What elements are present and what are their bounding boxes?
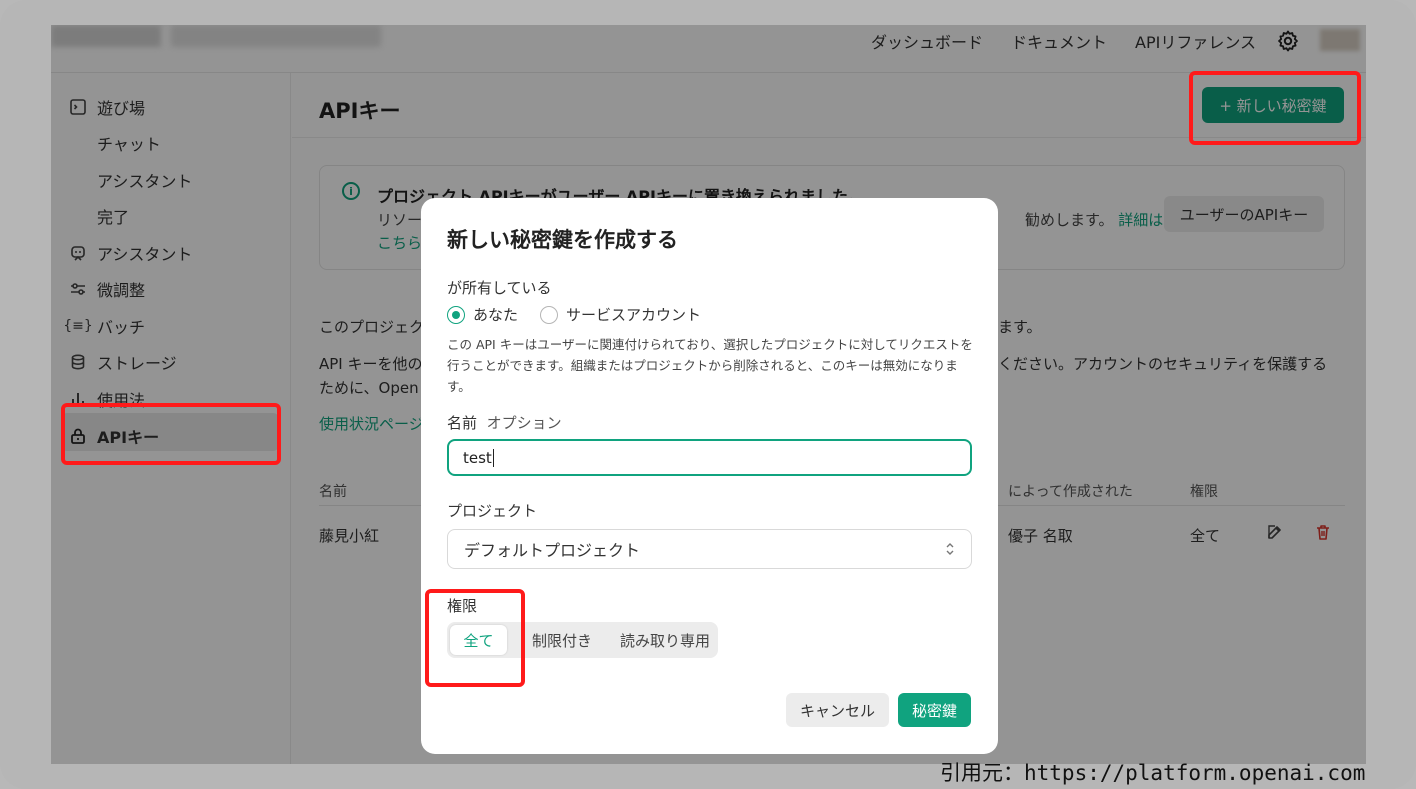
- dialog-description: この API キーはユーザーに関連付けられており、選択したプロジェクトに対してリ…: [447, 337, 973, 394]
- radio-service-account-label[interactable]: サービスアカウント: [566, 304, 701, 325]
- name-label-text: 名前: [447, 414, 478, 432]
- dialog-title: 新しい秘密鍵を作成する: [447, 228, 678, 252]
- owner-label: が所有している: [447, 279, 552, 297]
- source-credit: 引用元：https://platform.openai.com: [940, 761, 1366, 785]
- name-label: 名前 オプション: [447, 412, 562, 433]
- radio-you-label[interactable]: あなた: [473, 304, 518, 325]
- create-secret-key-button[interactable]: 秘密鍵: [898, 693, 971, 727]
- highlight-new-key-button: [1189, 71, 1361, 145]
- project-select-value: デフォルトプロジェクト: [464, 541, 641, 560]
- project-select[interactable]: デフォルトプロジェクト: [447, 529, 972, 569]
- name-input-value: test: [463, 448, 492, 467]
- permission-read-only[interactable]: 読み取り専用: [613, 622, 717, 658]
- optional-label: オプション: [486, 414, 562, 432]
- radio-you[interactable]: [447, 305, 465, 324]
- text-caret: [492, 448, 494, 467]
- highlight-api-keys-menu: [61, 403, 281, 465]
- project-label: プロジェクト: [447, 502, 538, 520]
- owner-radio-group: あなた サービスアカウント: [447, 304, 701, 325]
- radio-service-account[interactable]: [540, 305, 559, 324]
- highlight-permissions-all: [425, 589, 525, 687]
- cancel-button[interactable]: キャンセル: [786, 693, 889, 727]
- name-input[interactable]: test: [447, 439, 972, 476]
- permission-restricted[interactable]: 制限付き: [513, 622, 611, 658]
- chevron-up-down-icon: [946, 543, 954, 555]
